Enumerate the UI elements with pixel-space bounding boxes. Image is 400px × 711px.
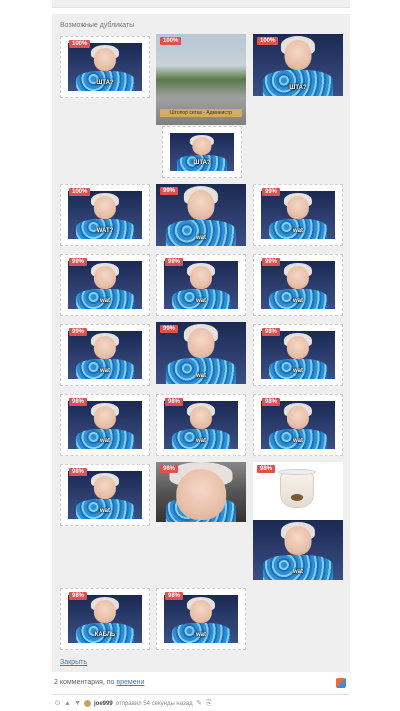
thumb-image: WAT? [68, 191, 142, 239]
meme-caption: wat [195, 632, 207, 638]
comment-time: отправил 54 секунды назад [115, 700, 193, 707]
thumb-image: wat [261, 401, 335, 449]
meme-caption: wat [195, 235, 207, 241]
similarity-badge: 99% [160, 187, 179, 195]
duplicate-thumb[interactable]: 98% [156, 462, 246, 522]
upvote-icon[interactable]: ▲ [64, 700, 71, 707]
thumb-image: wat [261, 261, 335, 309]
thumb-image: wat [261, 191, 335, 239]
similarity-badge: 99% [262, 188, 281, 196]
thumb-image: Штопор сетка - Администр [156, 34, 246, 125]
similarity-badge: 99% [160, 325, 179, 333]
duplicate-thumb[interactable]: wat 99% [156, 184, 246, 246]
thumb-image: ШТА? [170, 133, 234, 171]
downvote-icon[interactable]: ▼ [74, 700, 81, 707]
meme-caption: wat [292, 298, 304, 304]
duplicate-thumb[interactable]: wat 98% [156, 394, 246, 456]
similarity-badge: 99% [69, 258, 88, 266]
thumb-image: wat [164, 595, 238, 643]
comments-count-text: 2 комментария, по [54, 679, 115, 686]
thumb-image: wat [68, 331, 142, 379]
similarity-badge: 98% [262, 398, 281, 406]
similarity-badge: 100% [160, 37, 182, 45]
similarity-badge: 100% [69, 40, 91, 48]
similarity-badge: 98% [160, 465, 179, 473]
meme-caption: wat [195, 438, 207, 444]
thumb-image: wat [164, 261, 238, 309]
meme-caption: wat [292, 569, 304, 575]
comments-count: 2 комментария, по времени [54, 679, 144, 686]
duplicate-thumb[interactable]: wat 98% [60, 394, 150, 456]
similarity-badge: 100% [69, 188, 91, 196]
reply-icon[interactable]: ⊙ [54, 700, 61, 707]
similarity-badge: 99% [262, 258, 281, 266]
comment-username[interactable]: joe999 [94, 701, 113, 707]
meme-caption: ШТА? [193, 160, 211, 166]
avatar[interactable] [84, 700, 91, 707]
duplicate-thumb[interactable]: wat 99% [60, 324, 150, 386]
thumb-image: wat [261, 331, 335, 379]
thumb-image: wat [68, 401, 142, 449]
duplicates-panel: Возможные дубликаты ШТА? 100% Штопор сетк… [52, 14, 350, 672]
similarity-badge: 98% [69, 398, 88, 406]
thumb-image: wat [68, 471, 142, 519]
thumb-image: ШТА? [68, 43, 142, 91]
sort-link[interactable]: времени [116, 679, 144, 686]
bookmark-icon[interactable]: ⎘ [206, 700, 213, 707]
meme-caption: wat [99, 368, 111, 374]
meme-caption: ШТА? [289, 85, 307, 91]
similarity-badge: 98% [165, 592, 184, 600]
thumb-image: КАБЛЬ [68, 595, 142, 643]
similarity-badge: 98% [257, 465, 276, 473]
duplicate-thumb[interactable]: WAT? 100% [60, 184, 150, 246]
meme-caption: wat [99, 508, 111, 514]
duplicate-thumb[interactable]: Штопор сетка - Администр 100% [156, 34, 246, 125]
duplicate-thumb[interactable]: wat 99% [253, 254, 343, 316]
duplicate-thumb[interactable]: wat 99% [253, 184, 343, 246]
duplicate-thumb[interactable]: wat [253, 520, 343, 580]
duplicate-thumb[interactable]: wat 99% [156, 322, 246, 384]
divider [52, 694, 350, 695]
duplicate-thumb[interactable]: КАБЛЬ 98% [60, 588, 150, 650]
meme-caption: wat [99, 438, 111, 444]
meme-caption: wat [99, 298, 111, 304]
meme-caption: wat [292, 368, 304, 374]
thumb-image: wat [253, 520, 343, 580]
comments-header: 2 комментария, по времени [52, 678, 350, 690]
meme-caption: wat [195, 373, 207, 379]
duplicate-thumb[interactable]: wat 98% [253, 394, 343, 456]
meme-caption: WAT? [96, 228, 114, 234]
top-strip [52, 0, 350, 8]
duplicate-thumb[interactable]: wat 98% [156, 588, 246, 650]
duplicate-thumb[interactable]: wat 98% [60, 464, 150, 526]
panel-title: Возможные дубликаты [60, 22, 135, 29]
meme-caption: ШТА? [96, 80, 114, 86]
meme-caption: КАБЛЬ [94, 632, 116, 638]
rss-icon[interactable] [336, 678, 346, 688]
edit-icon[interactable]: ✎ [196, 700, 203, 707]
similarity-badge: 99% [165, 258, 184, 266]
similarity-badge: 98% [165, 398, 184, 406]
meme-caption: wat [292, 438, 304, 444]
similarity-badge: 99% [69, 328, 88, 336]
similarity-badge: 100% [257, 37, 279, 45]
meme-caption: wat [195, 298, 207, 304]
duplicate-thumb[interactable]: 98% [253, 462, 343, 520]
duplicate-thumb[interactable]: wat 99% [60, 254, 150, 316]
thumb-image: wat [164, 401, 238, 449]
duplicate-thumb[interactable]: wat 99% [156, 254, 246, 316]
duplicate-thumb[interactable]: ШТА? 100% [253, 34, 343, 96]
comment-meta: ⊙ ▲ ▼ joe999 отправил 54 секунды назад ✎… [54, 700, 213, 707]
street-sign: Штопор сетка - Администр [160, 109, 242, 117]
close-link[interactable]: Закрыть [60, 659, 87, 666]
duplicate-thumb[interactable]: wat 98% [253, 324, 343, 386]
similarity-badge: 98% [69, 592, 88, 600]
meme-caption: wat [292, 228, 304, 234]
similarity-badge: 98% [262, 328, 281, 336]
similarity-badge: 98% [69, 468, 88, 476]
duplicate-thumb[interactable]: ШТА? [162, 126, 242, 178]
thumb-image: wat [68, 261, 142, 309]
duplicate-thumb[interactable]: ШТА? 100% [60, 36, 150, 98]
